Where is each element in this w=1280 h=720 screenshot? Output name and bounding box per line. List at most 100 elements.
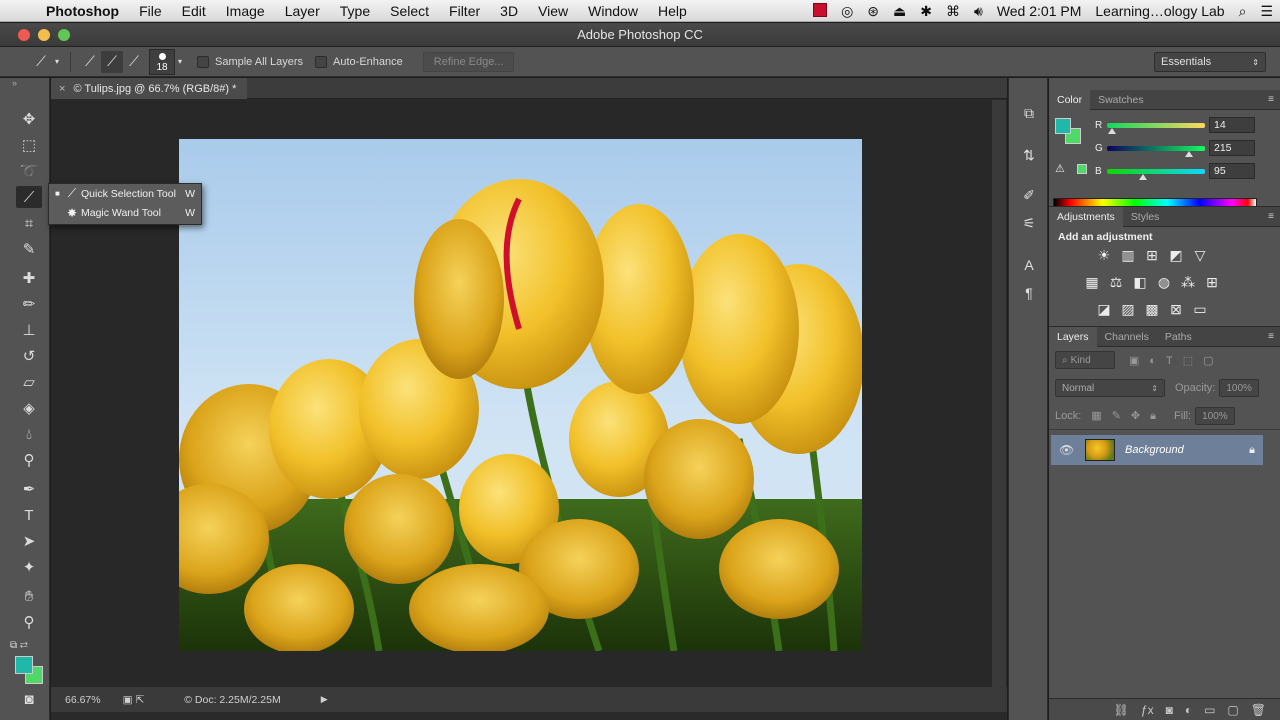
paragraph-panel-icon[interactable]: ¶ <box>1018 282 1040 304</box>
menu-select[interactable]: Select <box>380 3 439 19</box>
tab-layers[interactable]: Layers <box>1049 326 1097 347</box>
tab-adjustments[interactable]: Adjustments <box>1049 206 1123 227</box>
blue-value[interactable]: 95 <box>1209 163 1255 179</box>
sample-all-layers-checkbox[interactable] <box>197 55 209 68</box>
new-adjustment-layer-icon[interactable]: ◐ <box>1185 703 1192 717</box>
tab-styles[interactable]: Styles <box>1123 207 1168 227</box>
red-slider-thumb[interactable] <box>1107 127 1116 134</box>
blue-slider-thumb[interactable] <box>1139 173 1148 180</box>
menu-image[interactable]: Image <box>216 3 275 19</box>
green-slider[interactable] <box>1107 145 1205 157</box>
color-fg-swatch[interactable] <box>1055 118 1071 134</box>
paint-bucket-tool-icon[interactable]: ◈ <box>16 397 42 419</box>
close-window-button[interactable] <box>18 29 30 41</box>
panel-menu-icon[interactable]: ≡ <box>1268 211 1274 222</box>
menu-photoshop[interactable]: Photoshop <box>38 3 129 19</box>
zoom-window-button[interactable] <box>58 29 70 41</box>
menu-edit[interactable]: Edit <box>172 3 216 19</box>
history-panel-icon[interactable]: ⧉ <box>1018 102 1040 124</box>
menu-view[interactable]: View <box>528 3 578 19</box>
opacity-field[interactable]: 100% <box>1219 379 1260 397</box>
blend-mode-select[interactable]: Normal ⇕ <box>1055 379 1165 397</box>
menu-window[interactable]: Window <box>578 3 648 19</box>
lasso-tool-icon[interactable]: ➰ <box>16 160 42 182</box>
new-group-icon[interactable]: ▭ <box>1204 703 1215 717</box>
menu-filter[interactable]: Filter <box>439 3 490 19</box>
gamut-warning-icon[interactable]: ⚠ <box>1055 162 1065 175</box>
add-to-selection-icon[interactable]: ⟋ <box>101 50 123 73</box>
add-mask-icon[interactable]: ◙ <box>1166 703 1173 717</box>
link-layers-icon[interactable]: ⛓︎ <box>1114 703 1129 717</box>
layer-style-icon[interactable]: ƒx <box>1141 703 1154 717</box>
tab-channels[interactable]: Channels <box>1097 327 1157 347</box>
path-selection-tool-icon[interactable]: ➤ <box>16 530 42 552</box>
document-tab[interactable]: × © Tulips.jpg @ 66.7% (RGB/8#) * <box>51 78 247 99</box>
flyout-item-magic-wand[interactable]: ✸ Magic Wand Tool W <box>49 203 201 222</box>
selective-color-icon[interactable]: ⊠ <box>1167 301 1185 318</box>
fill-field[interactable]: 100% <box>1195 407 1236 425</box>
exposure-icon[interactable]: ◩ <box>1167 247 1185 264</box>
posterize-icon[interactable]: ▨ <box>1119 301 1137 318</box>
delete-layer-icon[interactable]: 🗑︎ <box>1251 703 1266 717</box>
bluetooth-icon[interactable]: ✱ <box>913 3 939 20</box>
blue-slider[interactable] <box>1107 168 1205 180</box>
brush-tool-icon[interactable]: ✏ <box>16 293 42 315</box>
invert-icon[interactable]: ◪ <box>1095 301 1113 318</box>
swap-colors-icon[interactable]: ⧉ ⇄ <box>10 634 46 656</box>
marquee-tool-icon[interactable]: ⬚ <box>16 134 42 156</box>
menubar-user[interactable]: Learning…ology Lab <box>1088 3 1231 19</box>
clone-stamp-tool-icon[interactable]: ⊥ <box>16 319 42 341</box>
creative-cloud-icon[interactable]: ◎ <box>834 3 860 20</box>
brush-picker[interactable]: 18 <box>149 48 175 75</box>
subtract-from-selection-icon[interactable]: ⟋ <box>123 51 145 73</box>
curves-icon[interactable]: ⊞ <box>1143 247 1161 264</box>
threshold-icon[interactable]: ▩ <box>1143 301 1161 318</box>
tool-preset-icon[interactable]: ⟋ <box>30 51 52 73</box>
spotlight-icon[interactable]: ⌕ <box>1232 3 1254 20</box>
menu-help[interactable]: Help <box>648 3 697 19</box>
crop-tool-icon[interactable]: ⌗ <box>16 212 42 234</box>
brush-dropdown-icon[interactable]: ▾ <box>175 51 185 73</box>
quick-mask-icon[interactable]: ◙ <box>16 688 42 710</box>
pen-tool-icon[interactable]: ✒ <box>16 478 42 500</box>
vertical-scrollbar[interactable] <box>992 100 1006 688</box>
move-tool-icon[interactable]: ✥ <box>16 108 42 130</box>
brush-presets-icon[interactable]: ⚟ <box>1018 212 1040 234</box>
character-panel-icon[interactable]: A <box>1018 254 1040 276</box>
menubar-clock[interactable]: Wed 2:01 PM <box>990 3 1089 19</box>
input-menu-icon[interactable]: ⌘ <box>939 3 967 20</box>
blur-tool-icon[interactable]: 💧︎ <box>16 423 42 445</box>
brightness-contrast-icon[interactable]: ☀ <box>1095 247 1113 264</box>
channel-mixer-icon[interactable]: ⁂ <box>1179 274 1197 291</box>
recording-icon[interactable] <box>813 2 828 17</box>
menu-file[interactable]: File <box>129 3 172 19</box>
menu-type[interactable]: Type <box>330 3 380 19</box>
levels-icon[interactable]: ▥ <box>1119 247 1137 264</box>
photo-filter-icon[interactable]: ◍ <box>1155 274 1173 291</box>
hue-saturation-icon[interactable]: ▦ <box>1083 274 1101 291</box>
panel-menu-icon[interactable]: ≡ <box>1268 94 1274 105</box>
new-selection-icon[interactable]: ⟋ <box>79 51 101 73</box>
tool-preset-dropdown-icon[interactable]: ▾ <box>52 51 62 73</box>
color-lookup-icon[interactable]: ⊞ <box>1203 274 1221 291</box>
green-slider-thumb[interactable] <box>1185 150 1194 157</box>
type-tool-icon[interactable]: T <box>16 504 42 526</box>
status-icons[interactable]: ▣ ⇱ <box>123 694 145 706</box>
red-value[interactable]: 14 <box>1209 117 1255 133</box>
kind-filter-select[interactable]: ⌕ Kind <box>1055 351 1115 369</box>
upload-icon[interactable]: ⏏ <box>886 3 913 20</box>
eraser-tool-icon[interactable]: ▱ <box>16 371 42 393</box>
tab-swatches[interactable]: Swatches <box>1090 90 1152 110</box>
new-layer-icon[interactable]: ▢ <box>1227 703 1238 717</box>
workspace-select[interactable]: Essentials ⇕ <box>1154 52 1266 72</box>
minimize-window-button[interactable] <box>38 29 50 41</box>
tulips-image[interactable] <box>179 139 862 651</box>
panel-grip-icon[interactable]: » <box>0 78 49 90</box>
volume-icon[interactable]: 🔊︎ <box>967 3 990 20</box>
shape-tool-icon[interactable]: ✦ <box>16 556 42 578</box>
refine-edge-button[interactable]: Refine Edge... <box>422 51 515 72</box>
lock-option-icons[interactable]: ▦✎✥🔒︎ <box>1091 409 1166 423</box>
healing-brush-tool-icon[interactable]: ✚ <box>16 267 42 289</box>
quick-selection-tool-icon[interactable]: ⟋ <box>16 186 42 208</box>
auto-enhance-checkbox[interactable] <box>315 55 328 68</box>
